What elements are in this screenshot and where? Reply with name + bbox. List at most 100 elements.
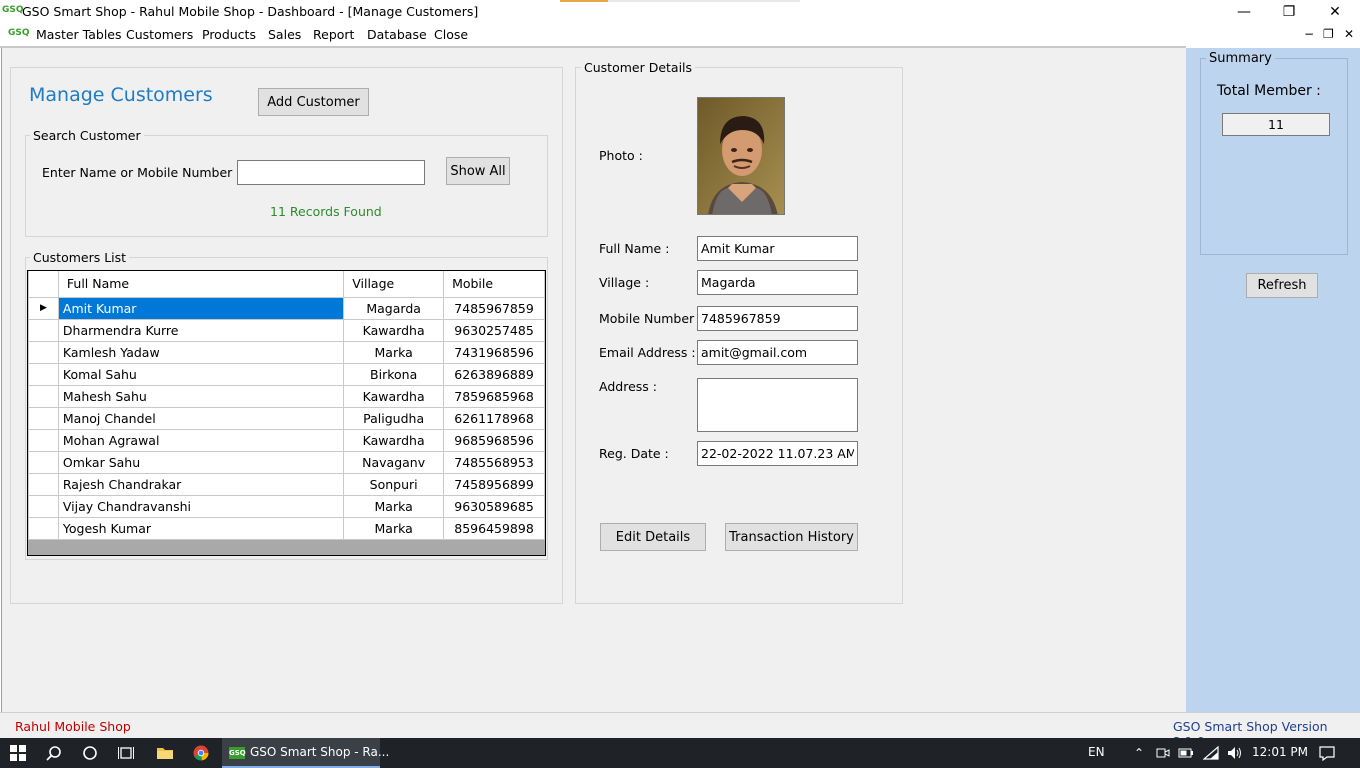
row-header[interactable] <box>28 340 59 364</box>
cell-mobile[interactable]: 9630257485 <box>443 318 545 342</box>
row-header[interactable] <box>28 450 59 474</box>
row-header[interactable] <box>28 362 59 386</box>
mdi-minimize-icon[interactable]: − <box>1304 27 1314 41</box>
email-field[interactable] <box>697 340 858 365</box>
wifi-icon[interactable] <box>1202 745 1220 761</box>
table-row[interactable]: Rajesh Chandrakar Sonpuri 7458956899 <box>28 472 545 496</box>
cell-full-name[interactable]: Mahesh Sahu <box>57 384 345 408</box>
row-header[interactable] <box>28 384 59 408</box>
cell-mobile[interactable]: 8596459898 <box>443 516 545 540</box>
edit-details-button[interactable]: Edit Details <box>600 523 706 551</box>
mobile-field[interactable] <box>697 306 858 331</box>
cell-mobile[interactable]: 6261178968 <box>443 406 545 430</box>
close-icon[interactable]: ✕ <box>1312 0 1358 24</box>
cell-mobile[interactable]: 7485967859 <box>443 296 545 320</box>
refresh-button[interactable]: Refresh <box>1246 273 1318 298</box>
battery-icon[interactable] <box>1177 745 1195 761</box>
cell-village[interactable]: Sonpuri <box>343 472 445 496</box>
meet-now-icon[interactable] <box>1154 745 1172 761</box>
cell-village[interactable]: Marka <box>343 340 445 364</box>
menu-customers[interactable]: Customers <box>126 27 193 42</box>
menu-products[interactable]: Products <box>202 27 256 42</box>
row-header[interactable]: ▶ <box>28 296 59 320</box>
column-header-mobile[interactable]: Mobile <box>443 271 545 298</box>
table-row[interactable]: Kamlesh Yadaw Marka 7431968596 <box>28 340 545 364</box>
cell-mobile[interactable]: 9685968596 <box>443 428 545 452</box>
cell-full-name[interactable]: Rajesh Chandrakar <box>57 472 345 496</box>
cell-village[interactable]: Kawardha <box>343 384 445 408</box>
cell-full-name[interactable]: Amit Kumar <box>57 296 345 320</box>
row-header[interactable] <box>28 472 59 496</box>
village-field[interactable] <box>697 270 858 295</box>
file-explorer-icon[interactable] <box>156 745 174 761</box>
search-icon[interactable] <box>45 745 63 761</box>
taskbar-active-app[interactable]: GSQ GSO Smart Shop - Ra... <box>222 738 389 768</box>
search-group-legend: Search Customer <box>30 128 144 143</box>
cell-village[interactable]: Kawardha <box>343 318 445 342</box>
table-row[interactable]: Vijay Chandravanshi Marka 9630589685 <box>28 494 545 518</box>
table-row[interactable]: Komal Sahu Birkona 6263896889 <box>28 362 545 386</box>
row-header[interactable] <box>28 318 59 342</box>
add-customer-button[interactable]: Add Customer <box>258 88 369 116</box>
table-row[interactable]: Dharmendra Kurre Kawardha 9630257485 <box>28 318 545 342</box>
cell-village[interactable]: Marka <box>343 494 445 518</box>
menu-close[interactable]: Close <box>434 27 468 42</box>
menu-report[interactable]: Report <box>313 27 354 42</box>
menu-master-tables[interactable]: Master Tables <box>36 27 122 42</box>
mdi-restore-icon[interactable]: ❐ <box>1323 27 1334 41</box>
volume-icon[interactable] <box>1226 745 1244 761</box>
restore-icon[interactable]: ❐ <box>1266 0 1312 24</box>
menu-database[interactable]: Database <box>367 27 427 42</box>
cell-village[interactable]: Paligudha <box>343 406 445 430</box>
cell-full-name[interactable]: Yogesh Kumar <box>57 516 345 540</box>
address-field[interactable] <box>697 378 858 432</box>
table-row[interactable]: Mahesh Sahu Kawardha 7859685968 <box>28 384 545 408</box>
row-header[interactable] <box>28 406 59 430</box>
row-header[interactable] <box>28 428 59 452</box>
table-row[interactable]: Omkar Sahu Navaganv 7485568953 <box>28 450 545 474</box>
menu-sales[interactable]: Sales <box>268 27 301 42</box>
row-header[interactable] <box>28 516 59 540</box>
cell-mobile[interactable]: 7859685968 <box>443 384 545 408</box>
minimize-icon[interactable]: — <box>1221 0 1267 24</box>
cell-village[interactable]: Marka <box>343 516 445 540</box>
cortana-icon[interactable] <box>81 745 99 761</box>
full-name-field[interactable] <box>697 236 858 261</box>
cell-village[interactable]: Birkona <box>343 362 445 386</box>
customers-grid[interactable]: Full Name Village Mobile ▶ Amit Kumar Maga… <box>27 270 546 556</box>
cell-mobile[interactable]: 7458956899 <box>443 472 545 496</box>
cell-mobile[interactable]: 7431968596 <box>443 340 545 364</box>
cell-village[interactable]: Navaganv <box>343 450 445 474</box>
column-header-village[interactable]: Village <box>343 271 445 298</box>
table-row[interactable]: Mohan Agrawal Kawardha 9685968596 <box>28 428 545 452</box>
windows-start-icon[interactable] <box>9 745 27 761</box>
cell-village[interactable]: Kawardha <box>343 428 445 452</box>
task-view-icon[interactable] <box>117 745 135 761</box>
cell-mobile[interactable]: 7485568953 <box>443 450 545 474</box>
cell-full-name[interactable]: Manoj Chandel <box>57 406 345 430</box>
table-row[interactable]: ▶ Amit Kumar Magarda 7485967859 <box>28 296 545 320</box>
cell-full-name[interactable]: Mohan Agrawal <box>57 428 345 452</box>
cell-full-name[interactable]: Kamlesh Yadaw <box>57 340 345 364</box>
mdi-close-icon[interactable]: ✕ <box>1344 27 1354 41</box>
reg-date-field[interactable] <box>697 441 858 466</box>
cell-full-name[interactable]: Omkar Sahu <box>57 450 345 474</box>
cell-full-name[interactable]: Vijay Chandravanshi <box>57 494 345 518</box>
cell-mobile[interactable]: 6263896889 <box>443 362 545 386</box>
search-input[interactable] <box>237 160 425 185</box>
transaction-history-button[interactable]: Transaction History <box>725 523 858 551</box>
cell-full-name[interactable]: Dharmendra Kurre <box>57 318 345 342</box>
column-header-full-name[interactable]: Full Name <box>57 271 345 298</box>
cell-mobile[interactable]: 9630589685 <box>443 494 545 518</box>
table-row[interactable]: Manoj Chandel Paligudha 6261178968 <box>28 406 545 430</box>
row-header[interactable] <box>28 494 59 518</box>
cell-full-name[interactable]: Komal Sahu <box>57 362 345 386</box>
show-all-button[interactable]: Show All <box>446 157 510 185</box>
clock[interactable]: 12:01 PM <box>1252 745 1308 759</box>
language-indicator[interactable]: EN <box>1088 745 1105 759</box>
notifications-icon[interactable] <box>1318 745 1336 761</box>
table-row[interactable]: Yogesh Kumar Marka 8596459898 <box>28 516 545 540</box>
chrome-icon[interactable] <box>192 745 210 761</box>
chevron-up-icon[interactable]: ⌃ <box>1130 745 1148 761</box>
cell-village[interactable]: Magarda <box>343 296 445 320</box>
